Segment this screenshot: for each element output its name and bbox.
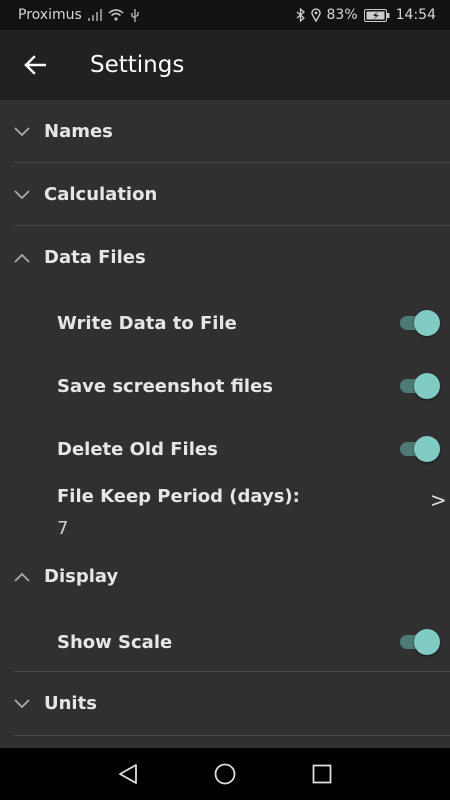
pref-show-scale[interactable]: Show Scale xyxy=(0,611,450,674)
pref-label: File Keep Period (days): xyxy=(57,486,300,507)
pref-delete-old-files[interactable]: Delete Old Files xyxy=(0,418,450,481)
divider xyxy=(14,735,450,736)
chevron-right-icon: > xyxy=(430,488,447,512)
arrow-back-icon xyxy=(24,55,46,75)
square-recents-icon xyxy=(312,764,332,784)
page-title: Settings xyxy=(90,52,185,78)
carrier-name: Proximus xyxy=(18,7,82,23)
signal-icon xyxy=(87,9,102,21)
save-screenshot-toggle[interactable] xyxy=(400,373,440,399)
navigation-bar xyxy=(0,748,450,800)
section-calculation[interactable]: Calculation xyxy=(0,163,450,226)
battery-icon xyxy=(363,8,390,22)
write-data-toggle[interactable] xyxy=(400,310,440,336)
pref-label: Delete Old Files xyxy=(57,439,218,460)
triangle-back-icon xyxy=(119,764,138,784)
section-label: Data Files xyxy=(44,247,146,268)
section-label: Display xyxy=(44,566,119,587)
wifi-icon xyxy=(108,9,124,21)
show-scale-toggle[interactable] xyxy=(400,629,440,655)
chevron-down-icon xyxy=(14,126,30,136)
chevron-up-icon xyxy=(14,572,30,582)
battery-percent: 83% xyxy=(326,7,358,23)
pref-label: Write Data to File xyxy=(57,313,237,334)
pref-value: 7 xyxy=(57,518,69,539)
section-units[interactable]: Units xyxy=(0,672,450,735)
pref-file-keep-period[interactable]: File Keep Period (days): 7 > xyxy=(0,481,450,553)
pref-write-data-to-file[interactable]: Write Data to File xyxy=(0,292,450,355)
back-button[interactable] xyxy=(0,30,70,100)
circle-home-icon xyxy=(214,763,236,785)
usb-icon xyxy=(131,8,139,22)
section-label: Calculation xyxy=(44,184,158,205)
pref-save-screenshot-files[interactable]: Save screenshot files xyxy=(0,355,450,418)
clock: 14:54 xyxy=(395,7,436,23)
pref-label: Save screenshot files xyxy=(57,376,274,397)
section-label: Names xyxy=(44,121,113,142)
section-data-files[interactable]: Data Files xyxy=(0,226,450,289)
pref-label: Show Scale xyxy=(57,632,173,653)
section-names[interactable]: Names xyxy=(0,100,450,163)
nav-back-button[interactable] xyxy=(108,754,148,794)
delete-old-files-toggle[interactable] xyxy=(400,436,440,462)
nav-home-button[interactable] xyxy=(205,754,245,794)
nav-recents-button[interactable] xyxy=(302,754,342,794)
settings-list: Names Calculation Data Files Write Data … xyxy=(0,100,450,748)
chevron-up-icon xyxy=(14,253,30,263)
app-bar: Settings xyxy=(0,30,450,100)
section-display[interactable]: Display xyxy=(0,545,450,608)
bluetooth-icon xyxy=(296,8,305,22)
chevron-down-icon xyxy=(14,698,30,708)
chevron-down-icon xyxy=(14,189,30,199)
section-label: Units xyxy=(44,693,97,714)
location-icon xyxy=(310,8,321,22)
status-bar: Proximus 83% 14:54 xyxy=(0,0,450,30)
